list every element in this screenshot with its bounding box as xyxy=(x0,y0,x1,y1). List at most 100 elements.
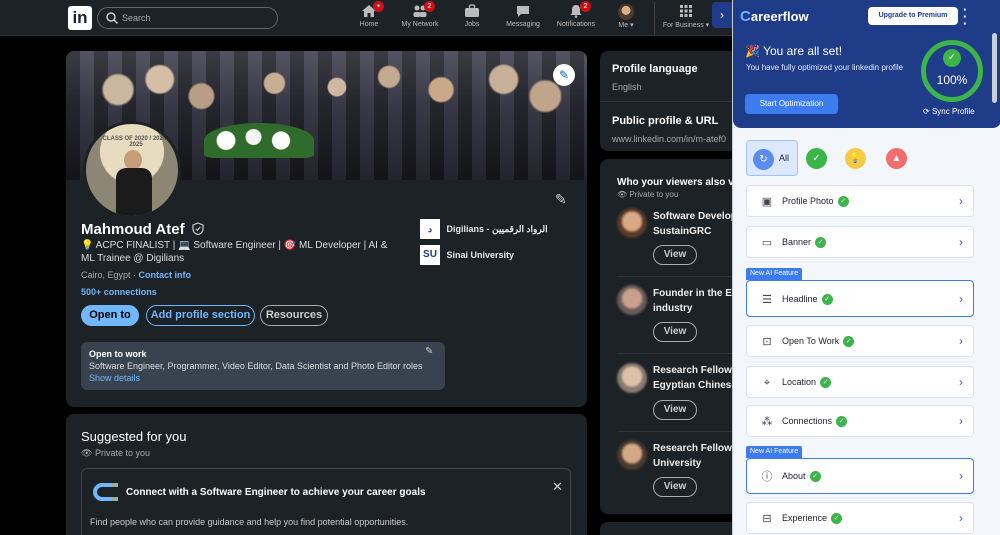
new-ai-feature-tag: New AI Feature xyxy=(746,446,803,458)
view-button[interactable]: View xyxy=(653,245,697,265)
viewer-2[interactable]: Founder in the Ec industry xyxy=(653,286,737,316)
cf-item-label-row: About ✓ xyxy=(782,471,821,483)
filter-all[interactable]: ↻ All xyxy=(746,140,798,176)
message-icon xyxy=(515,4,531,18)
cf-item-label: Location xyxy=(782,377,817,387)
cf-item-banner[interactable]: ▭ Banner ✓ › xyxy=(746,226,974,258)
cf-item-label: Headline xyxy=(782,294,818,304)
cf-item-open-to-work[interactable]: ⊡ Open To Work ✓ › xyxy=(746,325,974,357)
careerflow-panel: Careerflow Upgrade to Premium · · · 🎉 You … xyxy=(732,0,1000,535)
cf-item-about[interactable]: ⓘ About ✓ › xyxy=(746,458,974,494)
open-to-button[interactable]: Open to xyxy=(81,305,139,326)
edit-cover-button[interactable]: ✎ xyxy=(553,64,575,86)
upgrade-premium-button[interactable]: Upgrade to Premium xyxy=(868,7,958,25)
filter-suggestions[interactable]: 💡 xyxy=(839,140,872,176)
chevron-right-icon: › xyxy=(959,194,963,208)
search-icon xyxy=(106,12,119,25)
score-ring: ✓ 100% xyxy=(921,40,983,102)
viewer-avatar[interactable] xyxy=(617,440,647,470)
view-button[interactable]: View xyxy=(653,400,697,420)
nav-me[interactable]: Me ▾ xyxy=(614,4,638,32)
cf-item-label-row: Location ✓ xyxy=(782,377,832,389)
viewer-1[interactable]: Software Develop SustainGRC xyxy=(653,209,737,239)
profile-location: Cairo, Egypt · Contact info xyxy=(81,270,191,280)
viewer-1-line1: Software Develop xyxy=(653,211,737,222)
viewer-4-line1: Research Fellow a xyxy=(653,443,740,454)
profile-photo[interactable]: CLASS OF 2020 / 2024 / 2025 xyxy=(83,121,181,219)
panel-scrollbar[interactable] xyxy=(992,33,997,103)
cf-item-label: Connections xyxy=(782,416,833,426)
open-to-work-box[interactable]: Open to work Software Engineer, Programm… xyxy=(81,342,445,390)
digilians-logo: د xyxy=(420,219,440,239)
cf-item-connections[interactable]: ⁂ Connections ✓ › xyxy=(746,405,974,437)
filter-warnings[interactable]: ▲ xyxy=(880,140,913,176)
cf-item-experience[interactable]: ⊟ Experience ✓ › xyxy=(746,502,974,534)
check-icon: ✓ xyxy=(815,237,827,249)
nav-my-network[interactable]: 2 My Network xyxy=(398,1,442,32)
viewer-4[interactable]: Research Fellow a University xyxy=(653,441,740,471)
profile-photo-icon: ▣ xyxy=(761,196,773,208)
search-input[interactable] xyxy=(122,10,272,26)
filter-all-label: All xyxy=(779,153,790,163)
start-optimization-button[interactable]: Start Optimization xyxy=(745,94,838,114)
edit-open-to-work-icon[interactable]: ✎ xyxy=(425,346,433,357)
cf-item-location[interactable]: ⌖ Location ✓ › xyxy=(746,366,974,398)
headline-icon: ☰ xyxy=(762,294,772,306)
school-sinai-university[interactable]: SU Sinai University xyxy=(420,245,580,265)
connections-icon: ⁂ xyxy=(761,416,773,428)
nav-home-label: Home xyxy=(359,21,379,28)
nav-jobs[interactable]: Jobs xyxy=(460,4,484,32)
viewer-avatar[interactable] xyxy=(617,208,647,238)
cf-item-label-row: Headline ✓ xyxy=(782,294,833,306)
verified-shield-icon xyxy=(192,221,204,239)
public-profile-title: Public profile & URL xyxy=(612,115,719,127)
viewer-3[interactable]: Research Fellow a Egyptian Chinese xyxy=(653,363,740,393)
cf-item-headline[interactable]: ☰ Headline ✓ › xyxy=(746,280,974,317)
eye-icon: 👁 xyxy=(617,190,628,199)
right-card-bottom xyxy=(600,522,740,535)
connections-link[interactable]: 500+ connections xyxy=(81,287,157,297)
location-pin-icon: ⌖ xyxy=(763,377,771,389)
avatar xyxy=(618,4,634,20)
nav-messaging[interactable]: Messaging xyxy=(504,4,542,32)
viewer-avatar[interactable] xyxy=(617,285,647,315)
cover-flowers xyxy=(204,123,314,158)
close-icon[interactable]: ✕ xyxy=(552,479,563,495)
collapse-panel-chevron-icon[interactable]: › xyxy=(712,2,732,28)
company-digilians[interactable]: د Digilians - الرواد الرقميين xyxy=(420,219,580,239)
nav-notifications-label: Notifications xyxy=(556,21,596,28)
suggestion-card-title: Connect with a Software Engineer to achi… xyxy=(126,487,426,498)
search-box[interactable] xyxy=(97,7,278,29)
nav-jobs-label: Jobs xyxy=(464,21,480,28)
resources-button[interactable]: Resources xyxy=(260,305,328,326)
network-icon: 2 xyxy=(412,1,435,18)
view-button[interactable]: View xyxy=(653,322,697,342)
public-profile-url[interactable]: www.linkedin.com/in/m-atef0 xyxy=(612,134,726,144)
lightbulb-icon: 💡 xyxy=(845,148,866,169)
more-vertical-icon[interactable]: · · · xyxy=(963,3,967,30)
cf-item-label-row: Experience ✓ xyxy=(782,513,843,525)
viewer-3-line1: Research Fellow a xyxy=(653,365,740,376)
sync-profile[interactable]: ⟳ Sync Profile xyxy=(923,107,975,116)
show-details-link[interactable]: Show details xyxy=(89,373,140,383)
add-profile-section-button[interactable]: Add profile section xyxy=(146,305,255,326)
suggested-private: 👁 Private to you xyxy=(81,448,150,459)
all-set-text: You are all set! xyxy=(763,44,843,58)
divider xyxy=(617,431,740,432)
edit-intro-icon[interactable]: ✎ xyxy=(555,191,567,208)
briefcase-icon xyxy=(464,4,480,18)
linkedin-logo[interactable]: in xyxy=(68,6,92,30)
sync-label: Sync Profile xyxy=(931,107,975,116)
contact-info-link[interactable]: Contact info xyxy=(139,270,192,280)
nav-notifications[interactable]: 2 Notifications xyxy=(554,1,598,32)
filter-complete[interactable]: ✓ xyxy=(800,140,833,176)
divider xyxy=(617,276,740,277)
cf-item-profile-photo[interactable]: ▣ Profile Photo ✓ › xyxy=(746,185,974,217)
viewer-avatar[interactable] xyxy=(617,363,647,393)
sinai-logo: SU xyxy=(420,245,440,265)
nav-home[interactable]: ● Home xyxy=(357,1,384,32)
nav-for-business[interactable]: For Business ▾ xyxy=(661,4,711,32)
cf-item-label-row: Connections ✓ xyxy=(782,416,848,428)
view-button[interactable]: View xyxy=(653,477,697,497)
check-icon: ✓ xyxy=(836,416,848,428)
